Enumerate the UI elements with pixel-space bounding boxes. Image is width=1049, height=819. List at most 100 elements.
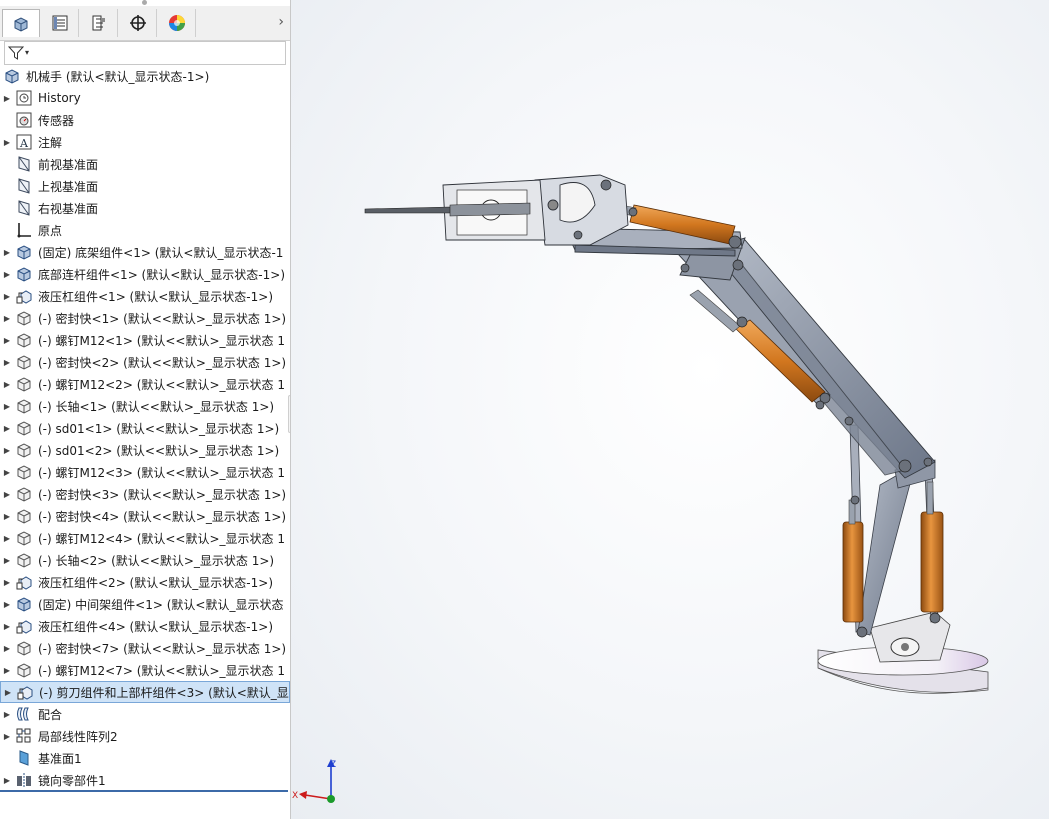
expand-arrow-icon[interactable]: ▶: [0, 402, 14, 411]
filter-dropdown-icon[interactable]: ▾: [25, 48, 29, 57]
expand-arrow-icon[interactable]: ▶: [0, 534, 14, 543]
manager-tabbar: ›: [0, 6, 290, 41]
tree-item-2[interactable]: ▶ A 注解: [0, 131, 290, 153]
expand-arrow-icon[interactable]: ▶: [0, 270, 14, 279]
expand-arrow-icon[interactable]: ▶: [0, 600, 14, 609]
tree-item-26[interactable]: ▶ (-) 螺钉M12<7> (默认<<默认>_显示状态 1: [0, 659, 290, 681]
graphics-area[interactable]: Z X: [291, 0, 1049, 819]
expand-arrow-icon[interactable]: ▶: [0, 336, 14, 345]
tree-item-label: 机械手 (默认<默认_显示状态-1>): [26, 69, 210, 84]
part-icon: [14, 485, 34, 503]
expand-arrow-icon[interactable]: ▶: [0, 732, 14, 741]
tree-item-10[interactable]: ▶ (-) 密封快<1> (默认<<默认>_显示状态 1>): [0, 307, 290, 329]
mirror-component-icon: [14, 771, 34, 789]
tree-item-8[interactable]: ▶ 底部连杆组件<1> (默认<默认_显示状态-1>): [0, 263, 290, 285]
robot-arm-model[interactable]: [291, 0, 1049, 819]
tree-item-12[interactable]: ▶ (-) 密封快<2> (默认<<默认>_显示状态 1>): [0, 351, 290, 373]
tree-item-root[interactable]: 机械手 (默认<默认_显示状态-1>): [0, 65, 290, 87]
expand-arrow-icon[interactable]: ▶: [0, 248, 14, 257]
tree-item-3[interactable]: 前视基准面: [0, 153, 290, 175]
part-icon: [14, 639, 34, 657]
expand-arrow-icon[interactable]: ▶: [0, 556, 14, 565]
expand-arrow-icon[interactable]: ▶: [0, 644, 14, 653]
dimxpert-tab[interactable]: [119, 9, 157, 37]
tree-item-24[interactable]: ▶ 液压杠组件<4> (默认<默认_显示状态-1>): [0, 615, 290, 637]
z-axis-label: Z: [330, 760, 336, 770]
coordinate-triad: Z X: [292, 759, 336, 803]
tree-item-5[interactable]: 右视基准面: [0, 197, 290, 219]
tree-item-21[interactable]: ▶ (-) 长轴<2> (默认<<默认>_显示状态 1>): [0, 549, 290, 571]
tree-item-label: (-) sd01<2> (默认<<默认>_显示状态 1>): [38, 443, 280, 458]
tree-item-label: 传感器: [38, 113, 75, 128]
part-icon: [14, 529, 34, 547]
tree-item-0[interactable]: ▶ History: [0, 87, 290, 109]
tree-item-15[interactable]: ▶ (-) sd01<1> (默认<<默认>_显示状态 1>): [0, 417, 290, 439]
tree-item-28[interactable]: ▶ 配合: [0, 703, 290, 725]
tree-item-31[interactable]: ▶ 镜向零部件1: [0, 769, 290, 791]
configurationmanager-tab[interactable]: [80, 9, 118, 37]
tree-item-29[interactable]: ▶ 局部线性阵列2: [0, 725, 290, 747]
expand-arrow-icon[interactable]: ▶: [0, 138, 14, 147]
tree-item-1[interactable]: 传感器: [0, 109, 290, 131]
tree-item-label: 前视基准面: [38, 157, 99, 172]
tree-item-7[interactable]: ▶ (固定) 底架组件<1> (默认<默认_显示状态-1: [0, 241, 290, 263]
expand-arrow-icon[interactable]: ▶: [1, 688, 15, 697]
tree-item-9[interactable]: ▶ 液压杠组件<1> (默认<默认_显示状态-1>): [0, 285, 290, 307]
expand-arrow-icon[interactable]: ▶: [0, 512, 14, 521]
featuremanager-tab[interactable]: [2, 9, 40, 37]
expand-arrow-icon[interactable]: ▶: [0, 424, 14, 433]
part-icon: [14, 309, 34, 327]
tree-item-6[interactable]: 原点: [0, 219, 290, 241]
expand-arrow-icon[interactable]: ▶: [0, 776, 14, 785]
hydraulic-cylinder-lower-right[interactable]: [920, 481, 944, 613]
expand-arrow-icon[interactable]: ▶: [0, 578, 14, 587]
filter-icon: [8, 46, 24, 60]
tree-filter[interactable]: ▾: [4, 41, 286, 65]
expand-arrow-icon[interactable]: ▶: [0, 314, 14, 323]
tree-item-label: 液压杠组件<4> (默认<默认_显示状态-1>): [38, 619, 273, 634]
expand-arrow-icon[interactable]: ▶: [0, 468, 14, 477]
tree-item-18[interactable]: ▶ (-) 密封快<3> (默认<<默认>_显示状态 1>): [0, 483, 290, 505]
tree-item-27[interactable]: ▶ (-) 剪刀组件和上部杆组件<3> (默认<默认_显: [0, 681, 290, 703]
expand-arrow-icon[interactable]: ▶: [0, 94, 14, 103]
tree-item-14[interactable]: ▶ (-) 长轴<1> (默认<<默认>_显示状态 1>): [0, 395, 290, 417]
tree-item-23[interactable]: ▶ (固定) 中间架组件<1> (默认<默认_显示状态: [0, 593, 290, 615]
tree-item-19[interactable]: ▶ (-) 密封快<4> (默认<<默认>_显示状态 1>): [0, 505, 290, 527]
annotation-icon: A: [14, 133, 34, 151]
expand-arrow-icon[interactable]: ▶: [0, 490, 14, 499]
expand-arrow-icon[interactable]: ▶: [0, 710, 14, 719]
flexible-assembly-icon: [14, 573, 34, 591]
linear-pattern-icon: [14, 727, 34, 745]
expand-arrow-icon[interactable]: ▶: [0, 358, 14, 367]
expand-arrow-icon[interactable]: ▶: [0, 622, 14, 631]
part-icon: [14, 375, 34, 393]
featuremanager-icon: [14, 16, 28, 32]
tree-item-label: (-) 螺钉M12<1> (默认<<默认>_显示状态 1: [38, 333, 285, 348]
tabs-overflow-chevron-icon[interactable]: ›: [278, 14, 284, 30]
expand-arrow-icon[interactable]: ▶: [0, 292, 14, 301]
tree-item-4[interactable]: 上视基准面: [0, 175, 290, 197]
plane-icon: [14, 199, 34, 217]
sensor-icon: [14, 111, 34, 129]
tree-item-22[interactable]: ▶ 液压杠组件<2> (默认<默认_显示状态-1>): [0, 571, 290, 593]
propertymanager-icon: [52, 15, 67, 31]
panel-grip-dot[interactable]: [142, 0, 147, 5]
tree-item-13[interactable]: ▶ (-) 螺钉M12<2> (默认<<默认>_显示状态 1: [0, 373, 290, 395]
appearance-tab[interactable]: [158, 9, 196, 37]
tree-item-20[interactable]: ▶ (-) 螺钉M12<4> (默认<<默认>_显示状态 1: [0, 527, 290, 549]
expand-arrow-icon[interactable]: ▶: [0, 666, 14, 675]
x-axis-label: X: [292, 791, 298, 801]
expand-arrow-icon[interactable]: ▶: [0, 446, 14, 455]
tree-item-30[interactable]: 基准面1: [0, 747, 290, 769]
tree-item-17[interactable]: ▶ (-) 螺钉M12<3> (默认<<默认>_显示状态 1: [0, 461, 290, 483]
tree-item-label: 液压杠组件<1> (默认<默认_显示状态-1>): [38, 289, 273, 304]
propertymanager-tab[interactable]: [41, 9, 79, 37]
configurationmanager-icon: [92, 15, 105, 31]
expand-arrow-icon[interactable]: ▶: [0, 380, 14, 389]
tree-item-11[interactable]: ▶ (-) 螺钉M12<1> (默认<<默认>_显示状态 1: [0, 329, 290, 351]
main-boom[interactable]: [664, 234, 936, 479]
plane-icon: [14, 155, 34, 173]
tree-item-16[interactable]: ▶ (-) sd01<2> (默认<<默认>_显示状态 1>): [0, 439, 290, 461]
tree-item-25[interactable]: ▶ (-) 密封快<7> (默认<<默认>_显示状态 1>): [0, 637, 290, 659]
history-icon: [14, 89, 34, 107]
